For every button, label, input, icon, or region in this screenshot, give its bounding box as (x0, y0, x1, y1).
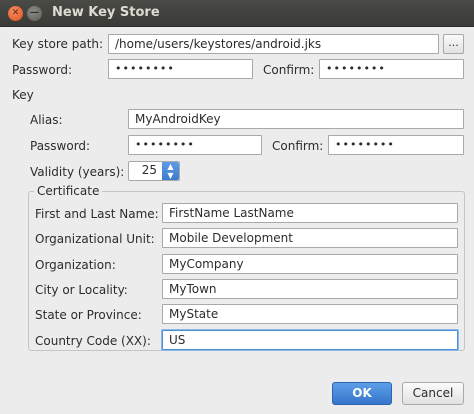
key-confirm-field[interactable]: •••••••• (328, 135, 464, 155)
key-password-field[interactable]: •••••••• (128, 135, 262, 155)
keystore-confirm-field[interactable]: •••••••• (319, 59, 464, 79)
ok-button[interactable]: OK (332, 382, 392, 405)
first-last-name-label: First and Last Name: (35, 207, 159, 221)
chevron-up-icon[interactable]: ▲ (162, 162, 179, 171)
validity-label: Validity (years): (30, 165, 125, 179)
first-last-name-field[interactable]: FirstName LastName (162, 203, 458, 223)
spinner-buttons[interactable]: ▲ ▼ (162, 162, 179, 180)
new-key-store-dialog: ✕ — New Key Store Key store path: /home/… (0, 0, 474, 414)
organization-label: Organization: (35, 258, 116, 272)
key-password-label: Password: (30, 139, 91, 153)
city-label: City or Locality: (35, 283, 128, 297)
state-field[interactable]: MyState (162, 304, 458, 324)
keystore-confirm-label: Confirm: (263, 63, 315, 77)
org-unit-field[interactable]: Mobile Development (162, 228, 458, 248)
browse-button[interactable]: ... (443, 34, 464, 54)
alias-field[interactable]: MyAndroidKey (128, 109, 464, 129)
alias-label: Alias: (30, 113, 63, 127)
cancel-button[interactable]: Cancel (402, 382, 464, 405)
key-section-label: Key (12, 88, 34, 102)
organization-field[interactable]: MyCompany (162, 254, 458, 274)
country-code-label: Country Code (XX): (35, 334, 151, 348)
validity-spinner[interactable]: 25 ▲ ▼ (128, 161, 180, 181)
city-field[interactable]: MyTown (162, 279, 458, 299)
minimize-icon[interactable]: — (27, 6, 42, 21)
key-confirm-label: Confirm: (272, 139, 324, 153)
keystore-path-label: Key store path: (12, 37, 104, 51)
state-label: State or Province: (35, 308, 142, 322)
keystore-path-field[interactable]: /home/users/keystores/android.jks (108, 34, 439, 54)
title-bar[interactable]: ✕ — New Key Store (0, 0, 474, 27)
country-code-field[interactable]: US (162, 330, 458, 350)
window-title: New Key Store (52, 5, 160, 20)
chevron-down-icon[interactable]: ▼ (162, 171, 179, 180)
certificate-group-label: Certificate (34, 184, 103, 198)
keystore-password-label: Password: (12, 63, 73, 77)
close-icon[interactable]: ✕ (8, 6, 23, 21)
validity-value[interactable]: 25 (142, 163, 157, 177)
keystore-password-field[interactable]: •••••••• (108, 59, 253, 79)
org-unit-label: Organizational Unit: (35, 232, 155, 246)
